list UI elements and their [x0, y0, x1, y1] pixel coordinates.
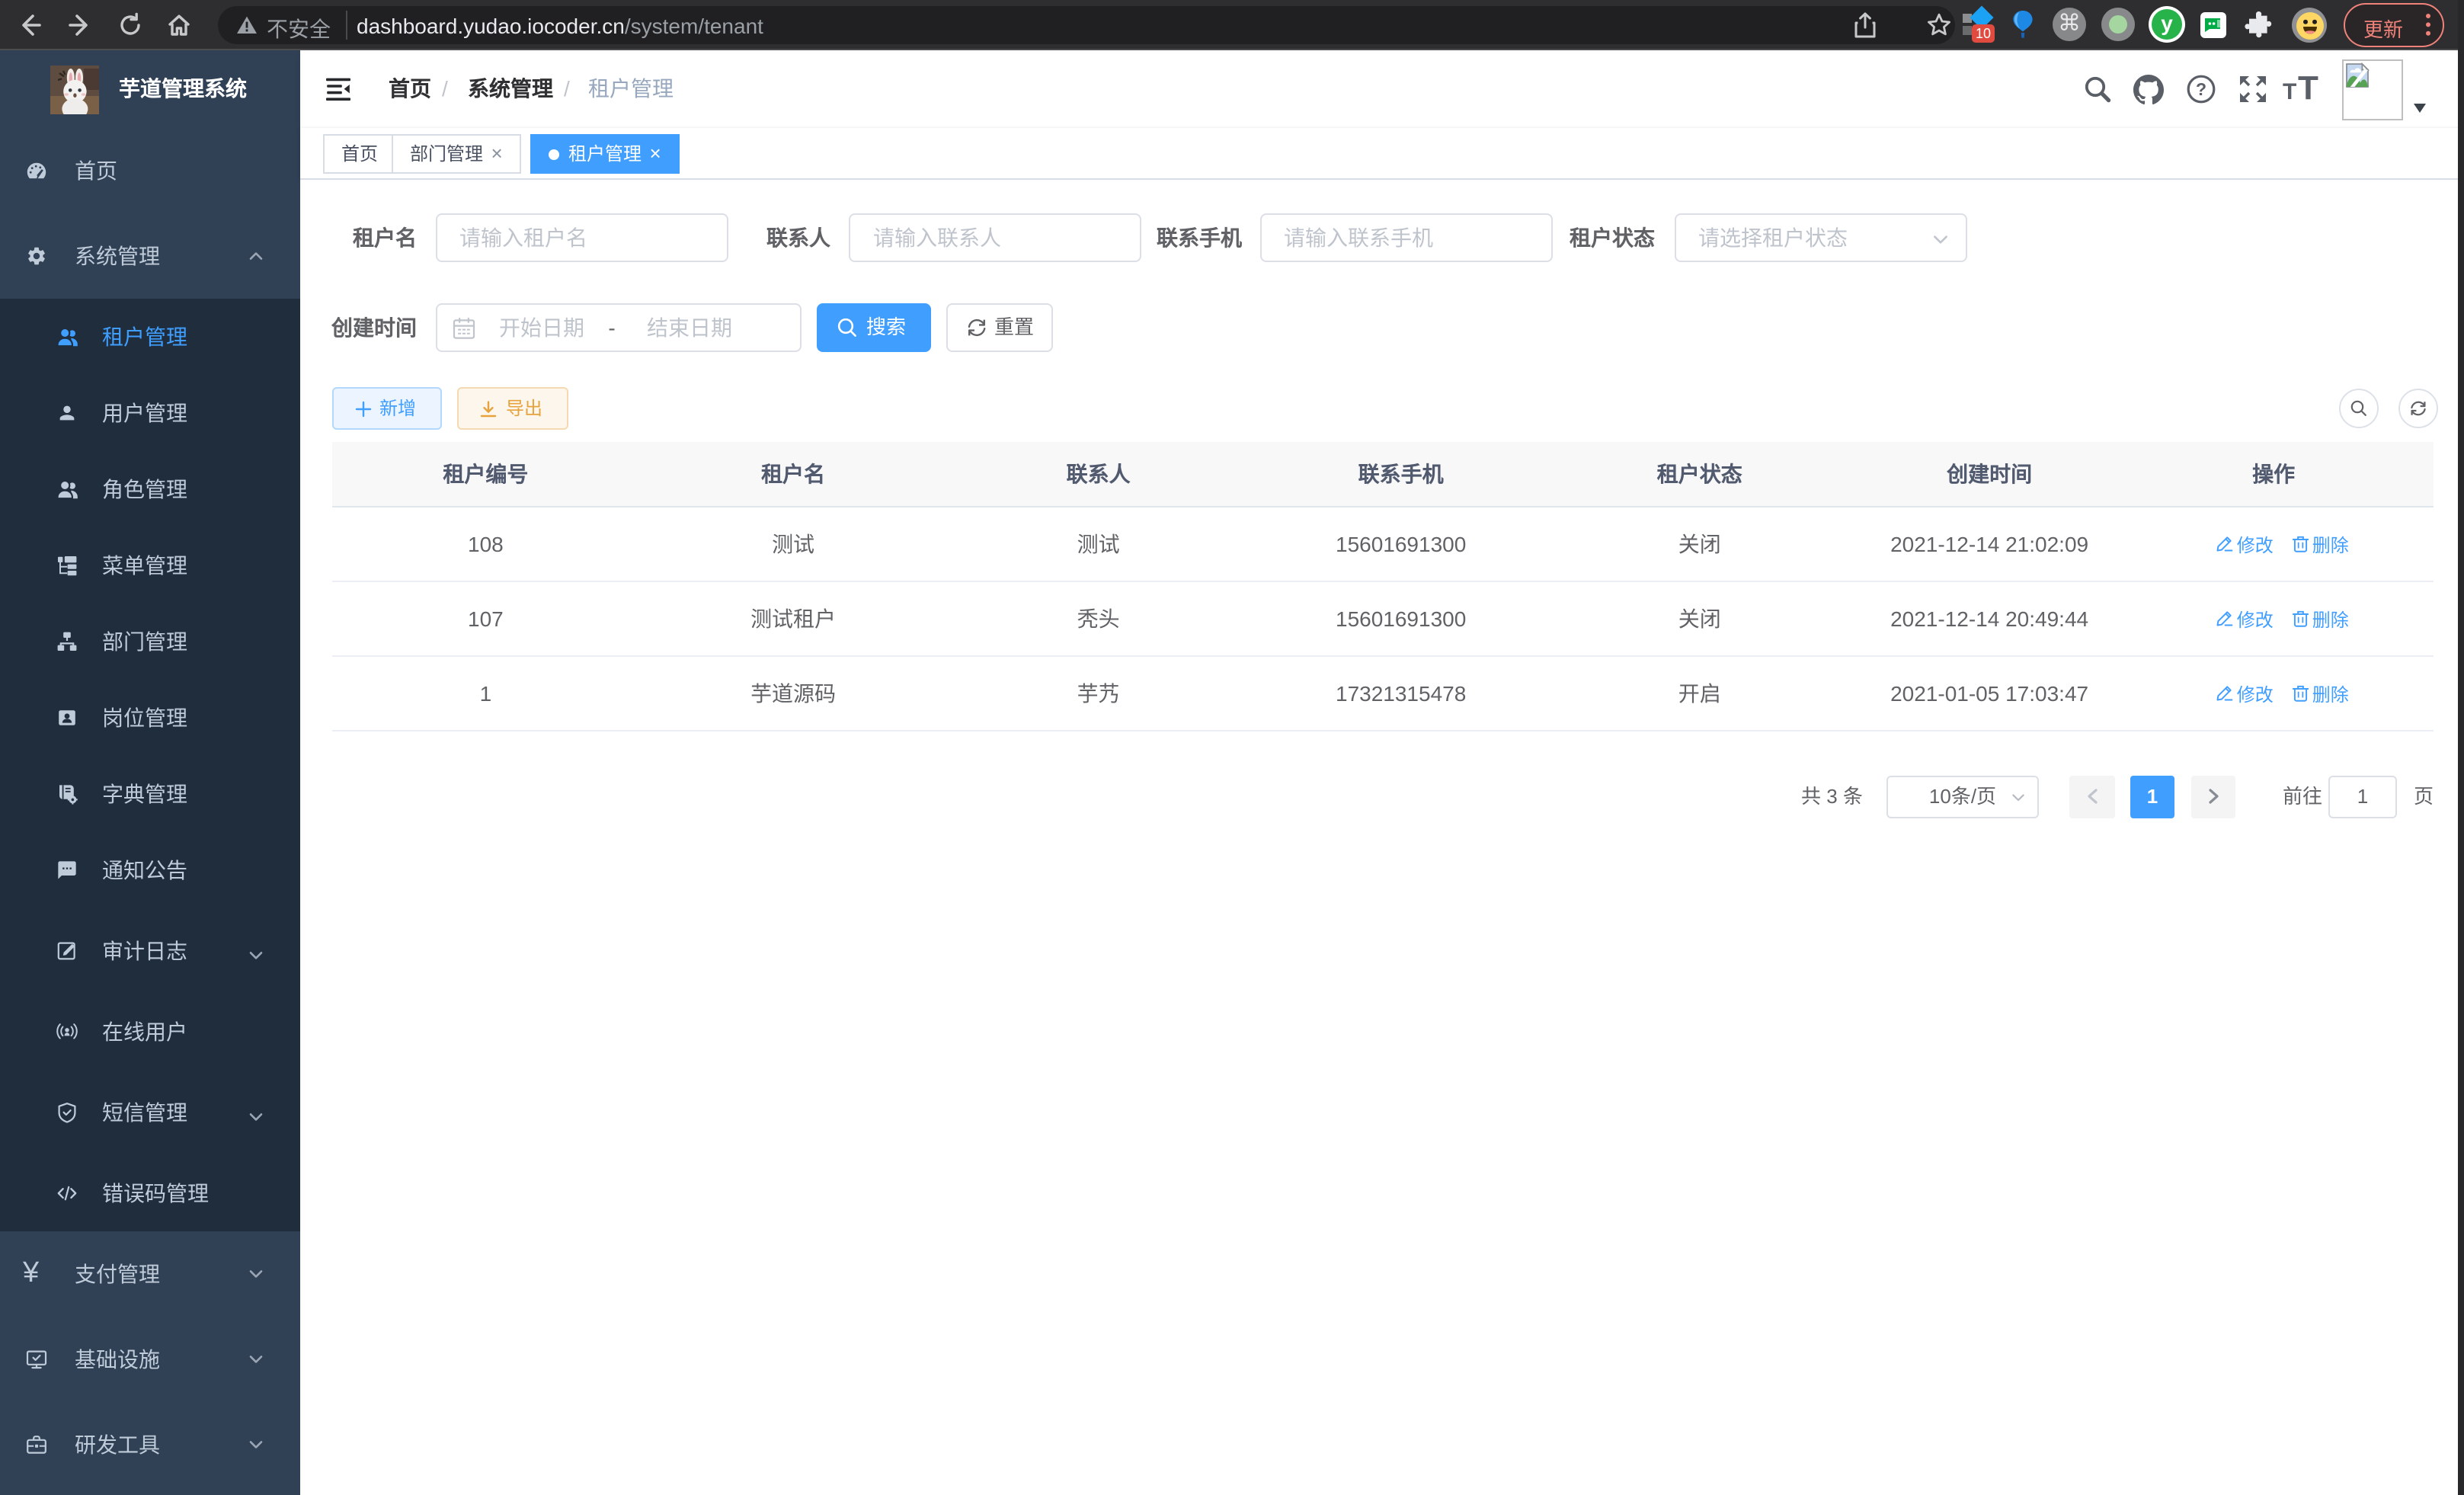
svg-text:?: ? — [2196, 79, 2206, 99]
